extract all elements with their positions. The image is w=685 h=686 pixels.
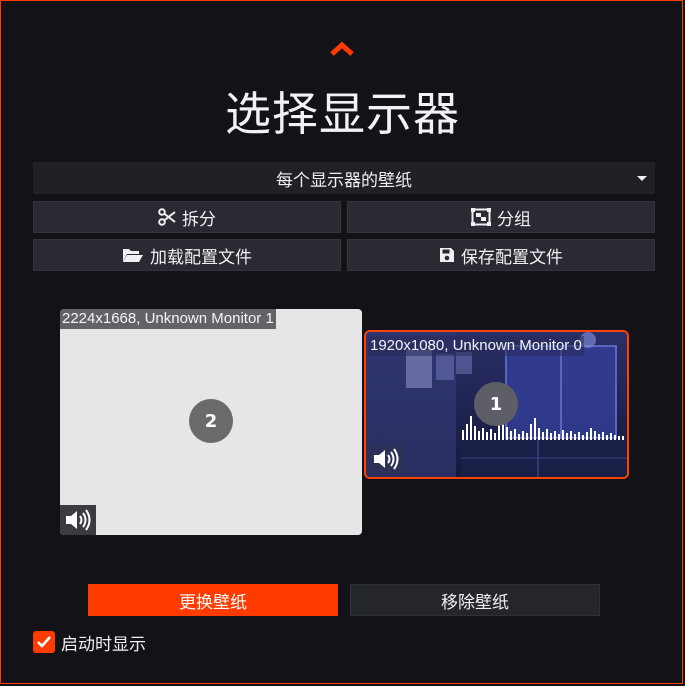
chevron-up-icon [330, 41, 354, 56]
folder-open-icon [123, 249, 143, 262]
group-icon [471, 208, 491, 226]
save-profile-label: 保存配置文件 [461, 247, 563, 268]
change-wallpaper-button[interactable]: 更换壁纸 [88, 584, 338, 616]
load-profile-label: 加载配置文件 [150, 247, 252, 268]
remove-wallpaper-button[interactable]: 移除壁纸 [350, 584, 600, 616]
volume-button[interactable] [60, 505, 96, 535]
monitor-2-card[interactable]: 2224x1668, Unknown Monitor 1 2 [60, 309, 362, 535]
group-button[interactable]: 分组 [347, 201, 655, 233]
monitor-number-badge: 1 [474, 382, 518, 426]
scissors-icon [158, 208, 176, 226]
save-icon [440, 248, 454, 262]
select-value: 每个显示器的壁纸 [276, 170, 412, 191]
group-label: 分组 [497, 209, 531, 230]
collapse-button[interactable] [328, 40, 356, 58]
checkmark-icon [37, 636, 51, 648]
show-on-startup-checkbox[interactable] [33, 631, 55, 653]
split-button[interactable]: 拆分 [33, 201, 341, 233]
page-title: 选择显示器 [225, 87, 460, 141]
split-label: 拆分 [182, 209, 216, 230]
load-profile-button[interactable]: 加载配置文件 [33, 239, 341, 271]
volume-icon [374, 448, 399, 470]
show-on-startup-label: 启动时显示 [61, 634, 146, 655]
monitor-number-badge: 2 [189, 399, 233, 443]
caret-down-icon [637, 176, 647, 181]
monitor-label: 1920x1080, Unknown Monitor 0 [368, 336, 584, 356]
save-profile-button[interactable]: 保存配置文件 [347, 239, 655, 271]
show-on-startup-row: 启动时显示 [33, 630, 146, 655]
volume-button[interactable] [368, 444, 404, 474]
volume-icon [66, 509, 91, 531]
wallpaper-mode-select[interactable]: 每个显示器的壁纸 [33, 162, 655, 194]
monitor-1-card[interactable]: 1920x1080, Unknown Monitor 0 1 [364, 330, 629, 479]
monitor-label: 2224x1668, Unknown Monitor 1 [60, 309, 276, 329]
